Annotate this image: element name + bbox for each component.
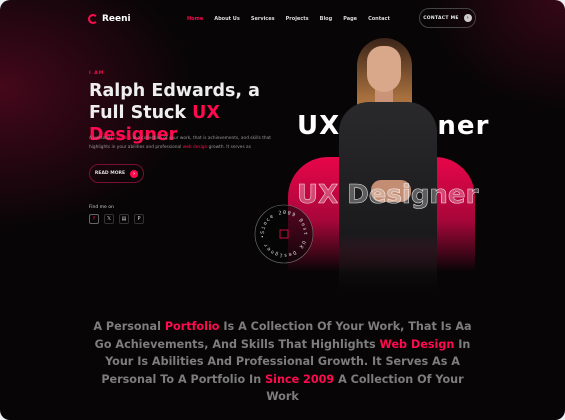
nav-projects[interactable]: Projects [286, 16, 309, 22]
read-more-label: READ MORE [94, 171, 126, 176]
logo[interactable]: Reeni [88, 14, 131, 24]
contact-me-button[interactable]: CONTACT ME › [419, 8, 476, 28]
hero-description: A personal portfolio is a collection of … [89, 134, 289, 152]
nav-contact[interactable]: Contact [368, 16, 390, 22]
about-highlight: Web Design [379, 337, 455, 351]
logo-icon [88, 14, 98, 24]
about-highlight: Since 2009 [265, 372, 335, 386]
title-text: Ralph Edwards, a Full Stuck [89, 81, 260, 123]
desc-text: A personal [89, 136, 114, 141]
eyebrow: I AM [89, 71, 105, 76]
x-icon[interactable]: 𝕏 [104, 214, 114, 224]
brand-name: Reeni [102, 14, 131, 24]
nav-services[interactable]: Services [251, 16, 275, 22]
find-me-label: Find me on [89, 205, 114, 210]
nav-home[interactable]: Home [187, 16, 203, 22]
web-design-link[interactable]: web design [183, 145, 208, 150]
pinterest-icon[interactable]: P [134, 214, 144, 224]
nav-menu: Home About Us Services Projects Blog Pag… [187, 16, 390, 22]
arrow-right-icon: › [130, 169, 139, 178]
about-paragraph: A Personal Portfolio Is A Collection Of … [85, 318, 480, 406]
face [367, 46, 401, 92]
linkedin-icon[interactable]: ▤ [119, 214, 129, 224]
about-highlight: Portfolio [164, 320, 220, 333]
portrait-image [335, 30, 455, 292]
nav-about[interactable]: About Us [214, 16, 240, 22]
contact-label: CONTACT ME [423, 15, 459, 21]
social-links: f 𝕏 ▤ P [89, 214, 144, 224]
since-badge: Since 2009 Best UX Designer • [254, 204, 314, 264]
facebook-icon[interactable]: f [89, 214, 99, 224]
nav-page[interactable]: Page [343, 16, 357, 22]
about-text: A Personal [93, 320, 165, 333]
read-more-button[interactable]: READ MORE › [89, 164, 144, 183]
nav-blog[interactable]: Blog [320, 16, 333, 22]
arrow-right-icon: › [463, 14, 472, 22]
hero-page: Reeni Home About Us Services Projects Bl… [0, 0, 565, 420]
ux-designer-outline: UX Designer [297, 180, 479, 211]
desc-text: growth. It serves as [207, 145, 251, 150]
portfolio-link[interactable]: portfolio [113, 136, 131, 141]
navbar: Reeni Home About Us Services Projects Bl… [88, 8, 476, 30]
